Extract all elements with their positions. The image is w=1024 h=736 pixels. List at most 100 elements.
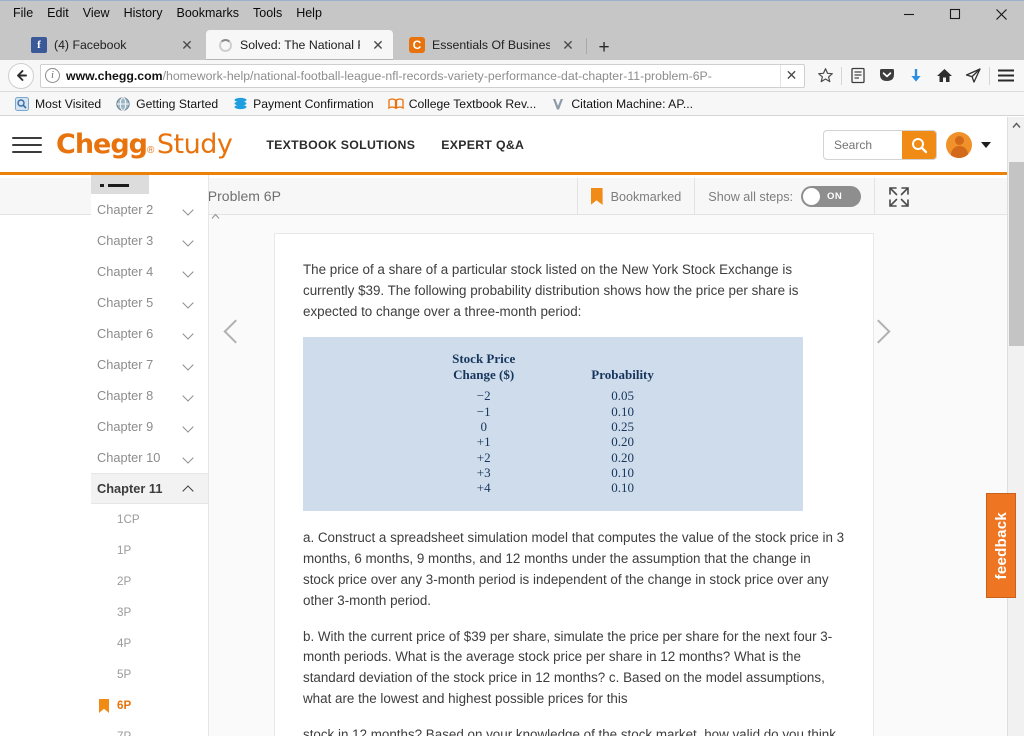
search-box[interactable]: [823, 130, 937, 160]
menu-history[interactable]: History: [117, 4, 170, 22]
info-icon[interactable]: i: [45, 68, 60, 83]
bookmark-citation-machine[interactable]: Citation Machine: AP...: [543, 96, 700, 112]
reader-view-icon[interactable]: [843, 62, 872, 90]
problem-label: 3P: [117, 606, 131, 619]
sidebar-item-chapter-11[interactable]: Chapter 11: [91, 473, 208, 504]
globe-icon: [115, 96, 131, 112]
header-line2: Change ($): [453, 367, 514, 382]
sidebar-item-chapter-7[interactable]: Chapter 7: [91, 349, 208, 380]
tab-strip: f (4) Facebook ✕ Solved: The National Fo…: [0, 26, 1024, 60]
maximize-icon[interactable]: [932, 1, 978, 27]
star-icon[interactable]: [811, 62, 840, 90]
problem-label: 6P: [117, 699, 131, 712]
back-button[interactable]: [8, 63, 34, 89]
sidebar-problem-4P[interactable]: 4P: [91, 628, 208, 659]
chevron-down-icon: [183, 299, 194, 306]
cell-probability: 0.20: [515, 450, 654, 465]
sidebar-problem-1P[interactable]: 1P: [91, 535, 208, 566]
sidebar-item-chapter-2[interactable]: Chapter 2: [91, 194, 208, 225]
most-visited-icon: [14, 96, 30, 112]
menu-bar: File Edit View History Bookmarks Tools H…: [6, 3, 329, 23]
pocket-icon[interactable]: [872, 62, 901, 90]
chevron-down-icon: [183, 454, 194, 461]
clear-url-button[interactable]: ✕: [780, 65, 802, 87]
url-bar[interactable]: i www.chegg.com/homework-help/national-f…: [40, 64, 805, 88]
sidebar-item-chapter-3[interactable]: Chapter 3: [91, 225, 208, 256]
problem-card: The price of a share of a particular sto…: [274, 233, 874, 736]
menu-icon[interactable]: [991, 62, 1020, 90]
feedback-tab[interactable]: feedback: [986, 493, 1016, 598]
expand-button[interactable]: [874, 178, 923, 215]
search-button[interactable]: [902, 130, 936, 160]
toolbar-actions: Bookmarked Show all steps: ON: [577, 178, 923, 215]
hamburger-menu-icon[interactable]: [12, 133, 42, 157]
chevron-down-icon[interactable]: [981, 142, 991, 148]
problem-label: 2P: [117, 575, 131, 588]
send-tab-icon[interactable]: [959, 62, 988, 90]
table-row: +4 0.10: [452, 480, 654, 495]
solution-content-area: The price of a share of a particular sto…: [209, 215, 1007, 736]
sidebar-scroll-up-arrow[interactable]: [209, 209, 221, 223]
sidebar-problem-7P[interactable]: 7P: [91, 721, 208, 736]
bookmark-payment-confirmation[interactable]: Payment Confirmation: [225, 96, 381, 112]
bookmarked-button[interactable]: Bookmarked: [577, 178, 695, 215]
sidebar-problem-1CP[interactable]: 1CP: [91, 504, 208, 535]
menu-help[interactable]: Help: [289, 4, 329, 22]
sidebar-problem-2P[interactable]: 2P: [91, 566, 208, 597]
previous-problem-button[interactable]: [223, 315, 245, 351]
tab-essentials-business[interactable]: C Essentials Of Business Ana... ✕: [398, 30, 584, 60]
downloads-icon[interactable]: [901, 62, 930, 90]
sidebar-tab-stub[interactable]: [91, 175, 149, 194]
bookmark-college-textbook[interactable]: College Textbook Rev...: [381, 96, 544, 112]
tab-facebook[interactable]: f (4) Facebook ✕: [20, 30, 206, 60]
tab-chegg-solution[interactable]: Solved: The National Foot... ✕: [206, 30, 393, 60]
show-all-steps-toggle[interactable]: ON: [801, 186, 861, 207]
table-row: +1 0.20: [452, 434, 654, 449]
browser-window: File Edit View History Bookmarks Tools H…: [0, 0, 1024, 736]
sidebar-item-chapter-6[interactable]: Chapter 6: [91, 318, 208, 349]
breadcrumb: , Problem 6P: [200, 188, 281, 204]
menu-file[interactable]: File: [6, 4, 40, 22]
menu-edit[interactable]: Edit: [40, 4, 76, 22]
home-icon[interactable]: [930, 62, 959, 90]
menu-tools[interactable]: Tools: [246, 4, 289, 22]
cell-change: +1: [452, 434, 515, 449]
close-icon[interactable]: ✕: [178, 36, 196, 54]
bookmarked-label: Bookmarked: [611, 190, 682, 204]
nav-textbook-solutions[interactable]: TEXTBOOK SOLUTIONS: [266, 138, 415, 152]
sidebar-problem-5P[interactable]: 5P: [91, 659, 208, 690]
cell-change: +2: [452, 450, 515, 465]
page-scrollbar[interactable]: [1007, 117, 1024, 736]
sidebar-item-chapter-8[interactable]: Chapter 8: [91, 380, 208, 411]
chegg-study-logo[interactable]: Chegg®Study: [56, 129, 232, 160]
new-tab-button[interactable]: +: [594, 37, 614, 57]
sidebar-item-chapter-5[interactable]: Chapter 5: [91, 287, 208, 318]
close-icon[interactable]: ✕: [369, 36, 387, 54]
menu-view[interactable]: View: [76, 4, 117, 22]
search-input[interactable]: [824, 131, 902, 159]
bookmark-label: College Textbook Rev...: [409, 97, 537, 111]
bookmark-most-visited[interactable]: Most Visited: [7, 96, 108, 112]
close-icon[interactable]: ✕: [559, 36, 577, 54]
scrollbar-thumb[interactable]: [1009, 162, 1024, 346]
sidebar-problem-6P[interactable]: 6P: [91, 690, 208, 721]
problem-intro: The price of a share of a particular sto…: [303, 260, 845, 322]
sidebar-problem-3P[interactable]: 3P: [91, 597, 208, 628]
bookmark-label: Citation Machine: AP...: [571, 97, 693, 111]
minimize-icon[interactable]: [886, 1, 932, 27]
cell-probability: 0.10: [515, 465, 654, 480]
nav-expert-qa[interactable]: EXPERT Q&A: [441, 138, 524, 152]
user-avatar[interactable]: [946, 132, 972, 158]
bookmark-getting-started[interactable]: Getting Started: [108, 96, 225, 112]
toggle-state-label: ON: [827, 191, 842, 202]
close-icon[interactable]: [978, 1, 1024, 27]
sidebar-item-chapter-10[interactable]: Chapter 10: [91, 442, 208, 473]
bookmark-label: Getting Started: [136, 97, 218, 111]
scroll-up-arrow-icon[interactable]: [1008, 117, 1024, 134]
problem-label: 1CP: [117, 513, 140, 526]
sidebar-item-chapter-4[interactable]: Chapter 4: [91, 256, 208, 287]
menu-bookmarks[interactable]: Bookmarks: [169, 4, 246, 22]
breadcrumb-problem: , Problem 6P: [200, 188, 281, 204]
tab-label: Essentials Of Business Ana...: [432, 38, 550, 52]
sidebar-item-chapter-9[interactable]: Chapter 9: [91, 411, 208, 442]
